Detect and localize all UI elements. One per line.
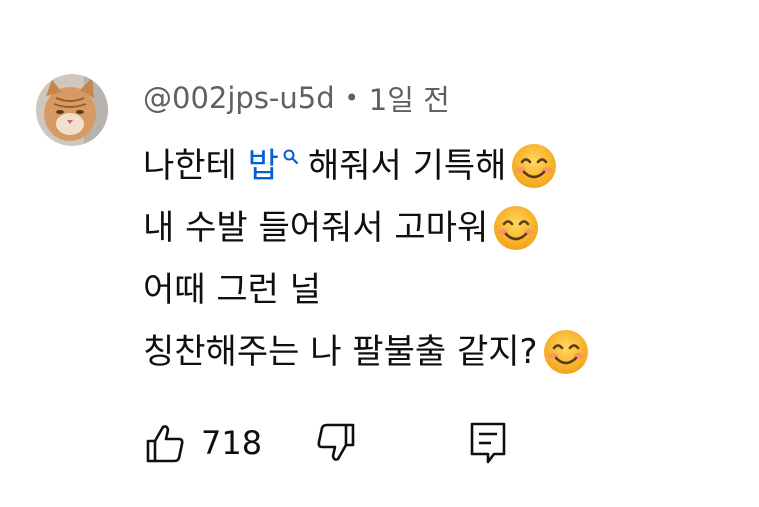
reply-comment-icon <box>470 422 506 464</box>
search-link-text[interactable]: 밥 <box>248 135 279 197</box>
comment-body: 나한테 밥 해줘서 기특해 내 수발 들어줘서 고마워 어때 그런 널 칭찬해주… <box>143 135 743 383</box>
comment-line: 어때 그런 널 <box>143 259 743 321</box>
comment-time[interactable]: 1일 전 <box>369 77 450 119</box>
like-button[interactable]: 718 <box>143 421 262 465</box>
comment-line: 칭찬해주는 나 팔불출 같지? <box>143 321 743 383</box>
avatar[interactable] <box>36 74 108 146</box>
reply-button[interactable] <box>468 420 508 466</box>
like-count: 718 <box>201 424 263 462</box>
smiling-face-icon <box>543 330 588 374</box>
comment-header: @002jps-u5d • 1일 전 <box>143 78 450 118</box>
comment-text: 어때 그런 널 <box>143 270 322 310</box>
thumbs-up-icon <box>146 425 184 463</box>
cat-avatar-image <box>36 74 108 146</box>
thumbs-down-icon <box>317 423 355 461</box>
dislike-button[interactable] <box>314 421 358 465</box>
search-icon <box>283 149 299 165</box>
comment-text: 내 수발 들어줘서 고마워 <box>143 208 489 248</box>
separator-dot: • <box>344 84 359 112</box>
smiling-face-icon <box>494 206 539 250</box>
comment-text: 해줘서 기특해 <box>307 146 507 186</box>
comment-line: 나한테 밥 해줘서 기특해 <box>143 135 743 197</box>
smiling-face-icon <box>512 144 557 188</box>
author-name[interactable]: @002jps-u5d <box>143 81 335 115</box>
comment-text: 칭찬해주는 나 팔불출 같지? <box>143 332 538 372</box>
comment-line: 내 수발 들어줘서 고마워 <box>143 197 743 259</box>
search-link[interactable]: 밥 <box>248 135 300 197</box>
comment-actions: 718 <box>143 418 508 468</box>
comment-text: 나한테 <box>143 146 248 186</box>
